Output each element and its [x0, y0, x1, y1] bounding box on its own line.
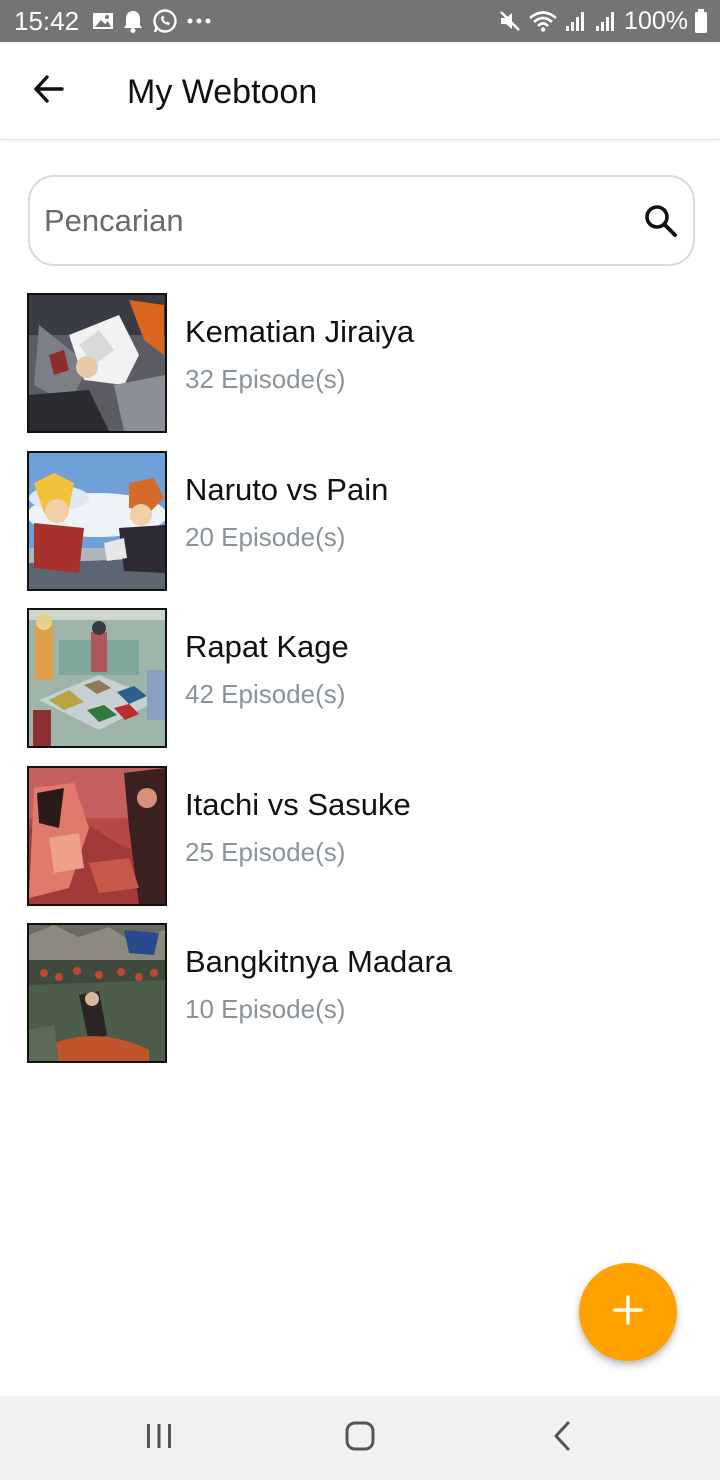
whatsapp-icon	[152, 8, 178, 34]
arrow-left-icon	[33, 74, 65, 109]
list-item[interactable]: Kematian Jiraiya 32 Episode(s)	[0, 292, 720, 450]
recent-apps-button[interactable]	[129, 1418, 189, 1458]
webtoon-thumbnail	[27, 293, 167, 433]
system-status-icons: 100%	[498, 6, 708, 36]
webtoon-list: Kematian Jiraiya 32 Episode(s) Naruto vs…	[0, 292, 720, 1080]
signal-icon	[564, 9, 588, 33]
wifi-icon	[528, 9, 558, 33]
list-item[interactable]: Itachi vs Sasuke 25 Episode(s)	[0, 765, 720, 923]
home-icon	[344, 1420, 376, 1457]
nav-back-button[interactable]	[532, 1418, 592, 1458]
search-icon[interactable]	[641, 201, 681, 241]
list-item[interactable]: Bangkitnya Madara 10 Episode(s)	[0, 922, 720, 1080]
home-button[interactable]	[330, 1418, 390, 1458]
webtoon-episode-count: 20 Episode(s)	[185, 521, 346, 552]
mute-icon	[498, 9, 522, 33]
webtoon-episode-count: 25 Episode(s)	[185, 836, 346, 867]
bell-icon	[122, 9, 144, 33]
webtoon-episode-count: 42 Episode(s)	[185, 679, 346, 709]
webtoon-episode-count: 32 Episode(s)	[185, 364, 346, 394]
battery-icon	[694, 8, 708, 34]
webtoon-episode-count: 10 Episode(s)	[185, 994, 346, 1024]
webtoon-title: Naruto vs Pain	[185, 471, 389, 507]
list-item[interactable]: Rapat Kage 42 Episode(s)	[0, 607, 720, 765]
webtoon-title: Kematian Jiraiya	[185, 314, 415, 349]
status-bar: 15:42 100%	[0, 0, 720, 42]
notification-icons	[92, 8, 212, 34]
recent-apps-icon	[144, 1422, 174, 1455]
add-webtoon-button[interactable]	[579, 1263, 677, 1361]
back-icon	[551, 1420, 573, 1457]
page-title: My Webtoon	[127, 73, 318, 111]
plus-icon	[613, 1294, 643, 1330]
signal-icon	[594, 9, 618, 33]
search-input[interactable]	[44, 177, 634, 264]
webtoon-thumbnail	[27, 450, 167, 591]
webtoon-title: Rapat Kage	[185, 629, 349, 664]
webtoon-title: Itachi vs Sasuke	[185, 786, 411, 822]
more-dots-icon	[186, 17, 212, 25]
webtoon-thumbnail	[27, 923, 167, 1063]
webtoon-thumbnail	[27, 765, 167, 906]
status-time: 15:42	[14, 6, 80, 36]
back-button[interactable]	[22, 64, 76, 118]
webtoon-title: Bangkitnya Madara	[185, 944, 453, 979]
webtoon-thumbnail	[27, 608, 167, 748]
list-item[interactable]: Naruto vs Pain 20 Episode(s)	[0, 450, 720, 608]
image-icon	[92, 10, 114, 32]
battery-percent: 100%	[624, 7, 688, 35]
system-nav-bar	[0, 1396, 720, 1480]
app-bar: My Webtoon	[0, 42, 720, 140]
search-box	[28, 175, 695, 266]
